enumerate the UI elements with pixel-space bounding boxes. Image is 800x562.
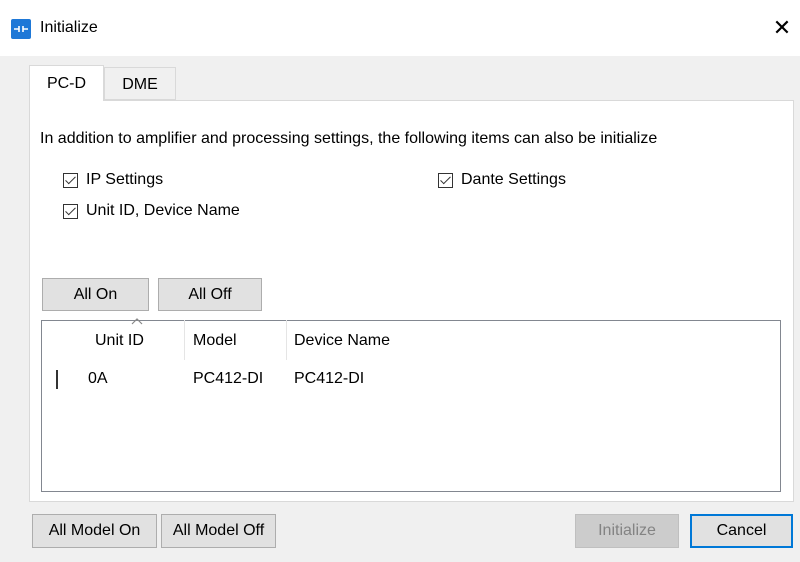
ip-settings-option[interactable]: IP Settings — [63, 170, 163, 190]
initialize-button[interactable]: Initialize — [575, 514, 679, 548]
column-separator[interactable] — [184, 320, 185, 360]
unit-id-device-name-option[interactable]: Unit ID, Device Name — [63, 201, 240, 221]
column-header-model[interactable]: Model — [193, 330, 237, 352]
all-on-button[interactable]: All On — [42, 278, 149, 311]
close-icon[interactable]: ✕ — [768, 14, 796, 42]
column-header-device-name[interactable]: Device Name — [294, 330, 390, 352]
column-separator[interactable] — [286, 320, 287, 360]
column-header-unit-id[interactable]: Unit ID — [95, 330, 144, 352]
dante-settings-option[interactable]: Dante Settings — [438, 170, 566, 190]
title-bar — [0, 0, 800, 56]
window-title: Initialize — [40, 19, 98, 36]
cell-model: PC412-DI — [193, 370, 264, 387]
ip-settings-checkbox[interactable] — [63, 172, 78, 188]
app-icon — [11, 19, 31, 39]
all-model-on-button[interactable]: All Model On — [32, 514, 157, 548]
tab-dme[interactable]: DME — [104, 67, 176, 100]
cell-device-name: PC412-DI — [294, 370, 365, 387]
ip-settings-label: IP Settings — [86, 171, 164, 188]
row-checkbox[interactable] — [56, 370, 58, 389]
cell-unit-id: 0A — [88, 370, 108, 387]
all-model-off-button[interactable]: All Model Off — [161, 514, 276, 548]
description-text: In addition to amplifier and processing … — [40, 130, 658, 147]
dante-settings-label: Dante Settings — [461, 171, 566, 188]
unit-id-device-name-label: Unit ID, Device Name — [86, 202, 240, 219]
cancel-button[interactable]: Cancel — [690, 514, 793, 548]
sort-ascending-icon — [131, 318, 143, 325]
device-list[interactable] — [41, 320, 781, 492]
tab-pc-d[interactable]: PC-D — [29, 65, 104, 101]
unit-id-device-name-checkbox[interactable] — [63, 203, 78, 219]
all-off-button[interactable]: All Off — [158, 278, 262, 311]
dante-settings-checkbox[interactable] — [438, 172, 453, 188]
